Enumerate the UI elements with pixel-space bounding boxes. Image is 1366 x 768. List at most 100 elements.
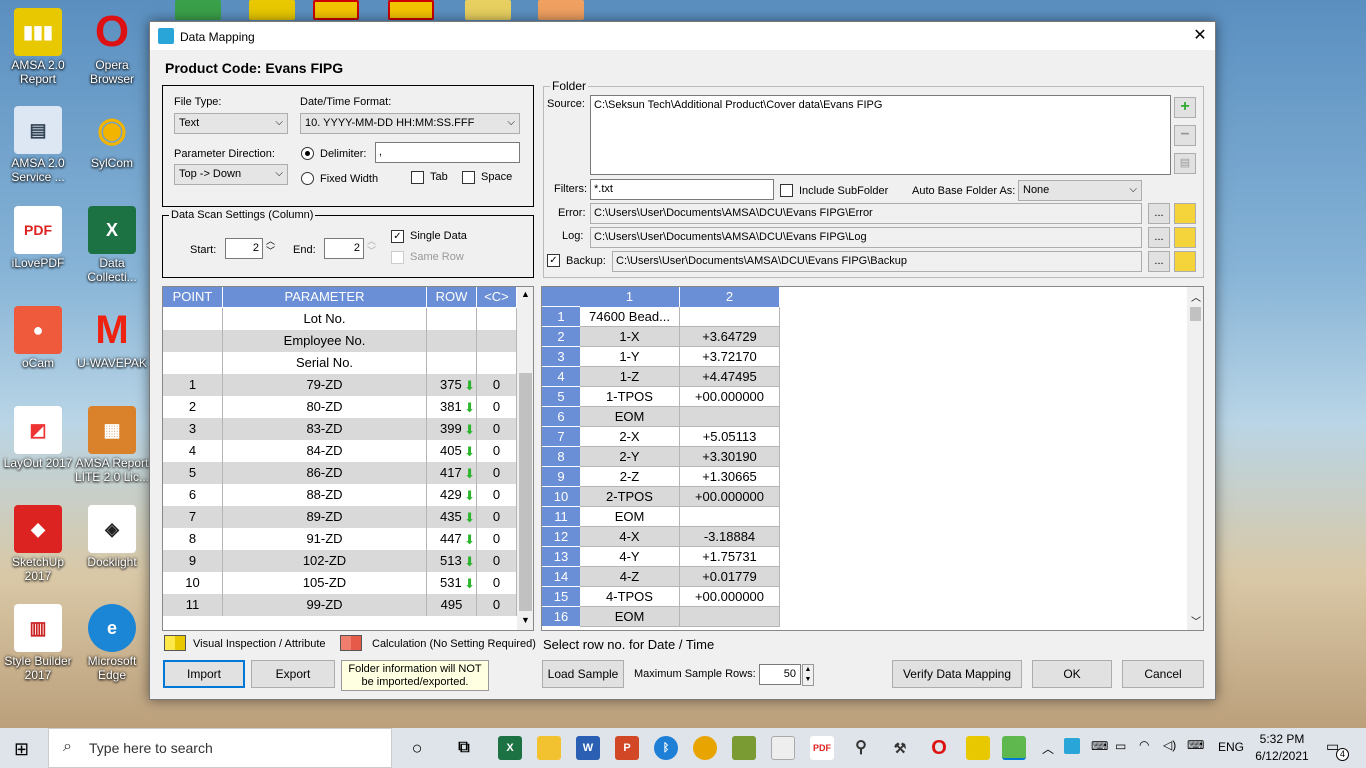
grid-row-header[interactable]: 11 [542, 507, 580, 527]
grid-cell[interactable]: EOM [580, 507, 680, 527]
backup-checkbox[interactable]: ✓ [547, 254, 560, 267]
scroll-up-icon[interactable]: ▲ [521, 289, 530, 299]
table-cell-point[interactable]: 8 [163, 528, 223, 550]
desktop-icon-ocam[interactable]: ● oCam [0, 306, 76, 370]
grid-row-header[interactable]: 14 [542, 567, 580, 587]
grid-cell[interactable]: +4.47495 [680, 367, 780, 387]
grid-cell[interactable]: 2-TPOS [580, 487, 680, 507]
table-row[interactable]: 6 88-ZD 429 ⬇ 0 [163, 484, 517, 506]
add-folder-button[interactable]: + [1174, 97, 1196, 118]
file-explorer-icon[interactable] [537, 736, 561, 760]
grid-row-header[interactable]: 12 [542, 527, 580, 547]
backup-browse-button[interactable]: ... [1148, 251, 1170, 272]
table-cell-parameter[interactable]: 80-ZD [223, 396, 427, 418]
grid-row-header[interactable]: 5 [542, 387, 580, 407]
desktop-icon-opera[interactable]: O Opera Browser [74, 8, 150, 87]
table-row[interactable]: 3 83-ZD 399 ⬇ 0 [163, 418, 517, 440]
table-cell-row[interactable]: 381 ⬇ [427, 396, 477, 418]
grid-cell[interactable]: +00.000000 [680, 387, 780, 407]
taskbar-search-box[interactable]: ⌕ Type here to search [48, 728, 392, 768]
table-cell-point[interactable]: 6 [163, 484, 223, 506]
start-stepper[interactable]: ︿ ﹀ [266, 236, 275, 256]
table-cell-c[interactable] [477, 352, 517, 374]
word-icon[interactable]: W [576, 736, 600, 760]
column-header-point[interactable]: POINT [163, 287, 223, 307]
max-rows-stepper[interactable]: ▲ ▼ [802, 664, 814, 686]
table-cell-parameter[interactable]: Serial No. [223, 352, 427, 374]
grid-row-header[interactable]: 13 [542, 547, 580, 567]
delimiter-input[interactable]: , [375, 142, 520, 163]
table-row[interactable]: 2 80-ZD 381 ⬇ 0 [163, 396, 517, 418]
scroll-down-icon[interactable]: ▼ [521, 615, 530, 625]
data-mapping-task-icon[interactable] [1002, 736, 1026, 760]
table-row[interactable]: Lot No. [163, 308, 517, 330]
table-cell-c[interactable]: 0 [477, 396, 517, 418]
document-icon[interactable] [771, 736, 795, 760]
excel-icon[interactable]: X [498, 736, 522, 760]
grid-cell[interactable]: -3.18884 [680, 527, 780, 547]
desktop-icon-amsa-service[interactable]: ▤ AMSA 2.0 Service ... [0, 106, 76, 184]
verify-data-mapping-button[interactable]: Verify Data Mapping [892, 660, 1022, 688]
column-header-row[interactable]: ROW [427, 287, 477, 307]
grid-cell[interactable]: 4-Y [580, 547, 680, 567]
desktop-icon-amsa-report[interactable]: ▮▮▮ AMSA 2.0 Report [0, 8, 76, 86]
grid-column-header[interactable]: 2 [680, 287, 780, 307]
table-row[interactable]: 5 86-ZD 417 ⬇ 0 [163, 462, 517, 484]
grid-row-header[interactable]: 1 [542, 307, 580, 327]
table-row[interactable]: 8 91-ZD 447 ⬇ 0 [163, 528, 517, 550]
table-cell-parameter[interactable]: 83-ZD [223, 418, 427, 440]
keyboard-icon[interactable]: ⌨ [1187, 738, 1204, 752]
grid-cell[interactable]: +1.75731 [680, 547, 780, 567]
grid-row-header[interactable]: 2 [542, 327, 580, 347]
grid-cell[interactable] [680, 407, 780, 427]
bluetooth-icon[interactable]: ᛒ [654, 736, 678, 760]
table-cell-point[interactable]: 1 [163, 374, 223, 396]
table-cell-row[interactable]: 447 ⬇ [427, 528, 477, 550]
table-cell-point[interactable]: 3 [163, 418, 223, 440]
sample-grid-scrollbar[interactable]: ︿ ﹀ [1187, 287, 1203, 630]
clock-time[interactable]: 5:32 PM [1258, 732, 1306, 746]
desktop-icon-ilovepdf[interactable]: PDF iLovePDF [0, 206, 76, 270]
grid-cell[interactable]: +3.30190 [680, 447, 780, 467]
table-cell-row[interactable] [427, 352, 477, 374]
table-cell-point[interactable] [163, 352, 223, 374]
desktop-icon-excel-data[interactable]: X Data Collecti... [74, 206, 150, 284]
auto-base-select[interactable]: None ⌵ [1018, 180, 1142, 201]
file-type-select[interactable]: Text ⌵ [174, 113, 288, 134]
desktop-icon-layout[interactable]: ◩ LayOut 2017 [0, 406, 76, 470]
desktop-icon-uwavepak[interactable]: M U-WAVEPAK [74, 306, 150, 370]
ok-button[interactable]: OK [1032, 660, 1112, 688]
folder-open-icon[interactable] [1174, 251, 1196, 272]
table-cell-point[interactable]: 5 [163, 462, 223, 484]
tab-checkbox[interactable] [411, 171, 424, 184]
table-cell-c[interactable]: 0 [477, 418, 517, 440]
grid-cell[interactable]: +5.05113 [680, 427, 780, 447]
table-cell-parameter[interactable]: 91-ZD [223, 528, 427, 550]
table-cell-point[interactable] [163, 330, 223, 352]
export-button[interactable]: Export [251, 660, 335, 688]
table-cell-row[interactable]: 531 ⬇ [427, 572, 477, 594]
grid-cell[interactable]: 1-X [580, 327, 680, 347]
table-row[interactable]: 9 102-ZD 513 ⬇ 0 [163, 550, 517, 572]
grid-cell[interactable]: 4-Z [580, 567, 680, 587]
device-icon[interactable]: ⌨ [1091, 739, 1108, 753]
table-cell-parameter[interactable]: Employee No. [223, 330, 427, 352]
table-cell-point[interactable]: 10 [163, 572, 223, 594]
error-browse-button[interactable]: ... [1148, 203, 1170, 224]
cancel-button[interactable]: Cancel [1122, 660, 1204, 688]
table-cell-parameter[interactable]: 86-ZD [223, 462, 427, 484]
chevron-up-icon[interactable]: ︿ [1042, 740, 1054, 757]
grid-cell[interactable]: +3.64729 [680, 327, 780, 347]
table-cell-c[interactable]: 0 [477, 374, 517, 396]
opera-icon[interactable]: O [927, 736, 951, 760]
table-cell-c[interactable] [477, 308, 517, 330]
scrollbar-thumb[interactable] [1190, 307, 1201, 321]
error-folder-input[interactable]: C:\Users\User\Documents\AMSA\DCU\Evans F… [590, 203, 1142, 224]
single-data-checkbox[interactable]: ✓ [391, 230, 404, 243]
grid-row-header[interactable]: 15 [542, 587, 580, 607]
chevron-down-icon[interactable]: ﹀ [1191, 613, 1201, 628]
task-view-icon[interactable]: ⧉ [452, 736, 476, 760]
load-sample-button[interactable]: Load Sample [542, 660, 624, 688]
pdf-icon[interactable]: PDF [810, 736, 834, 760]
grid-cell[interactable]: 4-X [580, 527, 680, 547]
